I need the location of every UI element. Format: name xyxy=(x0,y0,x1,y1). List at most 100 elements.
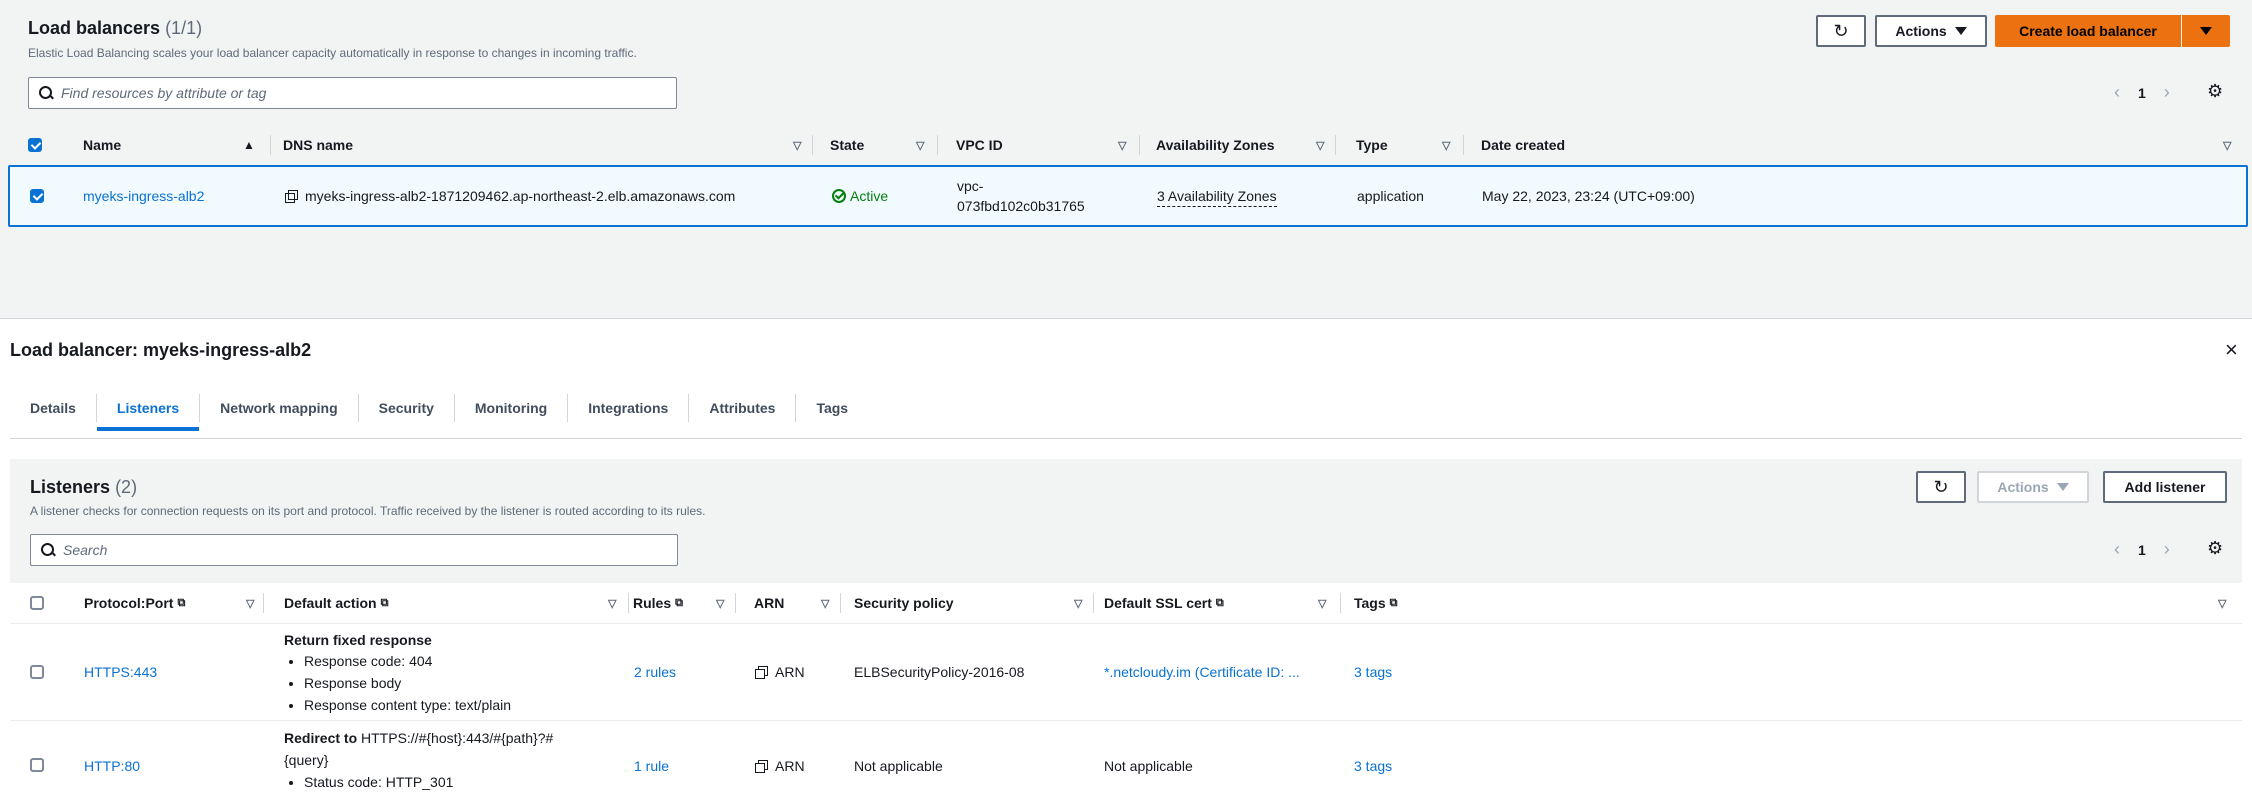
tab-tags[interactable]: Tags xyxy=(796,394,868,422)
create-load-balancer-button[interactable]: Create load balancer xyxy=(1995,15,2181,47)
column-rules[interactable]: Rules ⧉ ▽ xyxy=(633,583,736,623)
sort-icon: ▽ xyxy=(1442,139,1451,152)
copy-icon[interactable] xyxy=(285,190,298,203)
listener-row[interactable]: HTTPS:443 Return fixed response Response… xyxy=(10,623,2242,720)
gear-icon[interactable]: ⚙ xyxy=(2207,538,2223,559)
previous-page-icon[interactable]: ‹ xyxy=(2114,539,2120,560)
column-tags[interactable]: Tags ⧉ ▽ xyxy=(1354,583,2234,623)
action-details-list: Response code: 404 Response body Respons… xyxy=(304,650,511,716)
tab-listeners[interactable]: Listeners xyxy=(96,394,201,431)
load-balancer-name-link[interactable]: myeks-ingress-alb2 xyxy=(83,186,204,206)
ssl-cert-value: Not applicable xyxy=(1104,758,1193,774)
copy-icon[interactable] xyxy=(755,666,768,679)
tab-network-mapping[interactable]: Network mapping xyxy=(200,394,359,422)
page-number[interactable]: 1 xyxy=(2138,542,2146,558)
column-date[interactable]: Date created ▽ xyxy=(1481,125,2241,165)
tab-attributes[interactable]: Attributes xyxy=(689,394,797,422)
select-all-checkbox[interactable] xyxy=(28,138,42,152)
next-page-icon[interactable]: › xyxy=(2164,539,2170,560)
load-balancers-search-input[interactable] xyxy=(61,85,621,101)
sort-icon: ▽ xyxy=(821,597,830,610)
load-balancers-title: Load balancers xyxy=(28,18,161,38)
tab-details[interactable]: Details xyxy=(10,394,97,422)
column-type[interactable]: Type ▽ xyxy=(1356,125,1464,165)
tab-security[interactable]: Security xyxy=(359,394,455,422)
state-badge: Active xyxy=(850,188,889,204)
dns-name-cell: myeks-ingress-alb2-1871209462.ap-northea… xyxy=(285,186,735,206)
tab-integrations[interactable]: Integrations xyxy=(568,394,690,422)
add-listener-button[interactable]: Add listener xyxy=(2103,471,2227,503)
sort-icon: ▽ xyxy=(246,597,255,610)
listeners-search[interactable] xyxy=(30,534,678,566)
detail-panel-title: Load balancer: myeks-ingress-alb2 xyxy=(10,340,312,360)
rules-link[interactable]: 1 rule xyxy=(634,756,669,776)
add-listener-label: Add listener xyxy=(2124,479,2206,495)
gear-icon[interactable]: ⚙ xyxy=(2207,81,2223,102)
create-options-dropdown[interactable] xyxy=(2182,15,2230,47)
row-checkbox[interactable] xyxy=(30,665,44,679)
select-all-cell[interactable] xyxy=(28,125,42,165)
listener-row[interactable]: HTTP:80 Redirect to HTTPS://#{host}:443/… xyxy=(10,720,2242,800)
listeners-actions-button[interactable]: Actions xyxy=(1977,471,2089,503)
arn-cell: ARN xyxy=(755,662,805,682)
sort-icon: ▽ xyxy=(716,597,725,610)
previous-page-icon[interactable]: ‹ xyxy=(2114,82,2120,103)
select-all-cell[interactable] xyxy=(30,583,44,623)
column-state[interactable]: State ▽ xyxy=(830,125,938,165)
page-number[interactable]: 1 xyxy=(2138,85,2146,101)
refresh-icon: ↻ xyxy=(1833,20,1849,41)
sort-icon: ▽ xyxy=(2218,597,2227,610)
row-checkbox[interactable] xyxy=(30,758,44,772)
ssl-cert-link[interactable]: *.netcloudy.im (Certificate ID: ... xyxy=(1104,662,1300,682)
select-all-checkbox[interactable] xyxy=(30,596,44,610)
arn-value: ARN xyxy=(775,758,805,774)
search-icon xyxy=(39,86,53,100)
column-tags-label: Tags xyxy=(1354,595,1386,611)
column-default-action[interactable]: Default action ⧉ ▽ xyxy=(284,583,629,623)
tab-monitoring[interactable]: Monitoring xyxy=(455,394,569,422)
rules-link[interactable]: 2 rules xyxy=(634,662,676,682)
close-icon[interactable]: × xyxy=(2225,339,2238,361)
availability-zones-popover[interactable]: 3 Availability Zones xyxy=(1157,186,1277,207)
column-az[interactable]: Availability Zones ▽ xyxy=(1156,125,1336,165)
listeners-heading: Listeners (2) xyxy=(30,477,137,498)
column-security-policy[interactable]: Security policy ▽ xyxy=(854,583,1094,623)
load-balancers-description: Elastic Load Balancing scales your load … xyxy=(28,46,637,60)
column-dns[interactable]: DNS name ▽ xyxy=(283,125,813,165)
external-link-icon: ⧉ xyxy=(177,596,186,609)
default-action-cell: Return fixed response Response code: 404… xyxy=(284,630,511,716)
listener-protocol-link[interactable]: HTTP:80 xyxy=(84,756,140,776)
column-name-label: Name xyxy=(83,137,122,153)
copy-icon[interactable] xyxy=(755,760,768,773)
column-ssl-cert[interactable]: Default SSL cert ⧉ ▽ xyxy=(1104,583,1341,623)
sort-icon: ▽ xyxy=(2223,139,2232,152)
default-action-cell: Redirect to HTTPS://#{host}:443/#{path}?… xyxy=(284,727,553,793)
column-vpc[interactable]: VPC ID ▽ xyxy=(956,125,1140,165)
status-success-icon xyxy=(832,189,846,203)
load-balancers-table-header: Name ▲ DNS name ▽ State ▽ VPC ID ▽ Avail… xyxy=(8,125,2248,165)
next-page-icon[interactable]: › xyxy=(2164,82,2170,103)
vpc-id-line2: 073fbd102c0b31765 xyxy=(957,198,1085,214)
column-name[interactable]: Name ▲ xyxy=(83,125,271,165)
load-balancer-row[interactable]: myeks-ingress-alb2 myeks-ingress-alb2-18… xyxy=(8,165,2248,227)
refresh-button[interactable]: ↻ xyxy=(1816,15,1866,47)
listener-protocol-link[interactable]: HTTPS:443 xyxy=(84,662,157,682)
external-link-icon: ⧉ xyxy=(1389,596,1398,609)
column-divider xyxy=(840,593,841,613)
row-checkbox[interactable] xyxy=(30,189,44,203)
listeners-search-input[interactable] xyxy=(63,542,623,558)
load-balancers-search[interactable] xyxy=(28,77,677,109)
column-rules-label: Rules xyxy=(633,595,672,611)
column-protocol[interactable]: Protocol:Port ⧉ ▽ xyxy=(84,583,264,623)
column-arn[interactable]: ARN ▽ xyxy=(754,583,841,623)
column-default-action-label: Default action xyxy=(284,595,377,611)
listeners-table-header: Protocol:Port ⧉ ▽ Default action ⧉ ▽ Rules… xyxy=(10,583,2242,623)
type-value: application xyxy=(1357,188,1424,204)
column-divider xyxy=(735,593,736,613)
actions-button[interactable]: Actions xyxy=(1875,15,1987,47)
listeners-refresh-button[interactable]: ↻ xyxy=(1916,471,1966,503)
search-icon xyxy=(41,543,55,557)
tags-link[interactable]: 3 tags xyxy=(1354,756,1392,776)
tags-link[interactable]: 3 tags xyxy=(1354,662,1392,682)
redirect-target-continued: {query} xyxy=(284,752,329,768)
